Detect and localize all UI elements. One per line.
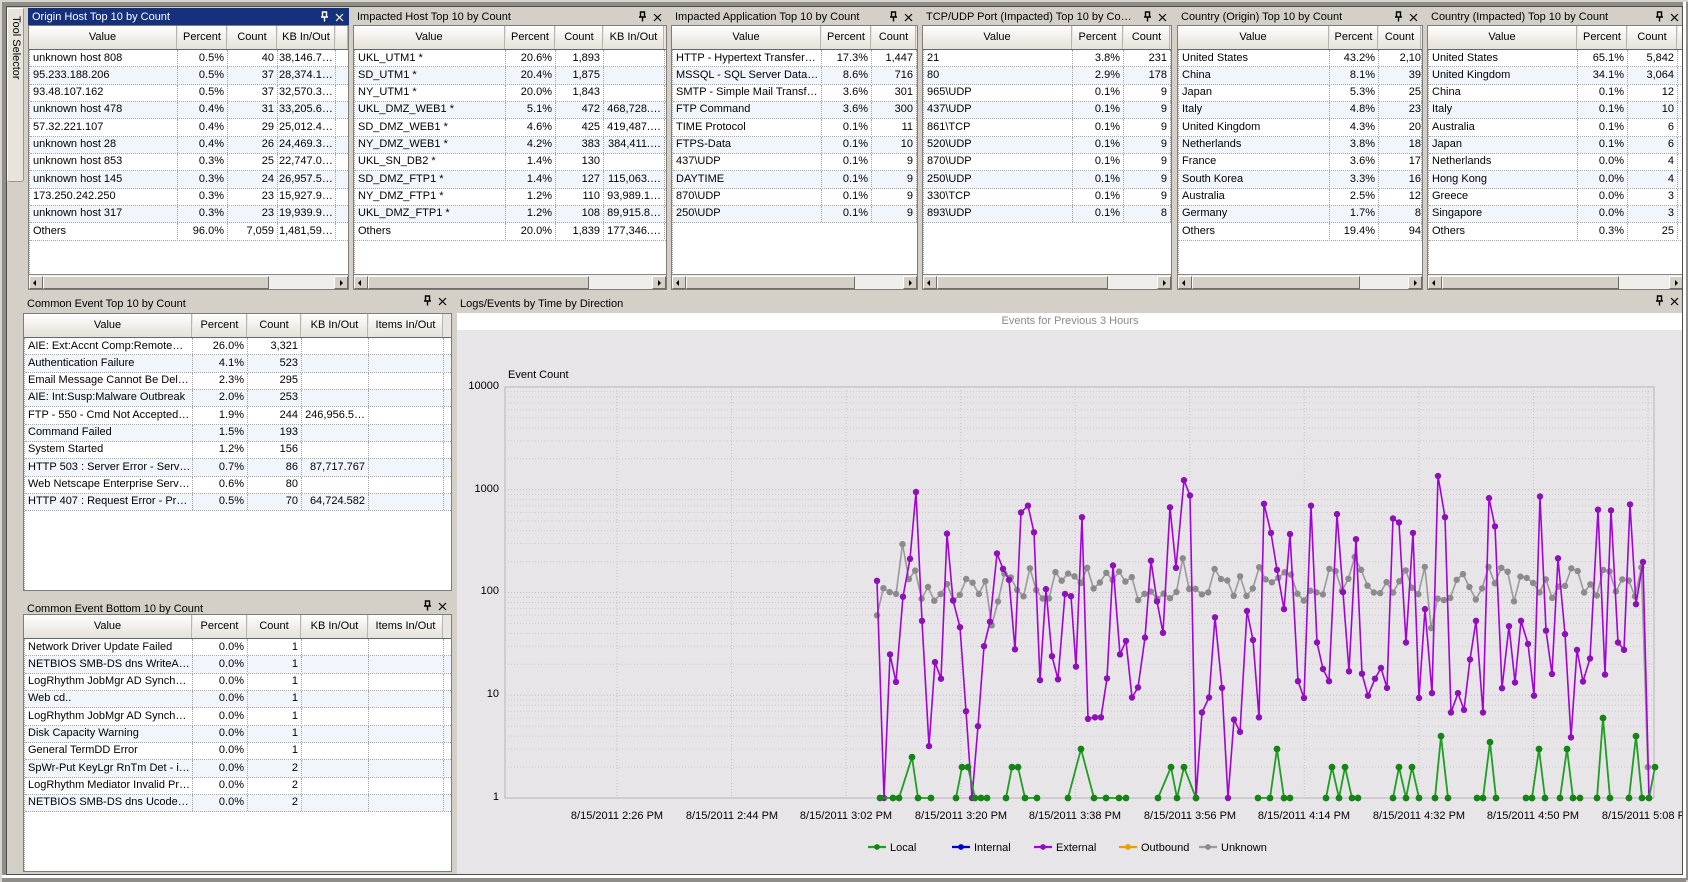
svg-text:Outbound: Outbound	[1141, 842, 1189, 854]
svg-text:8/15/2011 5:08 PM: 8/15/2011 5:08 PM	[1602, 810, 1683, 822]
svg-text:8/15/2011 3:56 PM: 8/15/2011 3:56 PM	[1144, 810, 1236, 822]
svg-text:1: 1	[493, 791, 499, 803]
svg-text:Local: Local	[890, 842, 916, 854]
svg-text:8/15/2011 3:38 PM: 8/15/2011 3:38 PM	[1029, 810, 1121, 822]
svg-text:External: External	[1056, 842, 1096, 854]
svg-text:Unknown: Unknown	[1221, 842, 1267, 854]
svg-text:1000: 1000	[475, 483, 499, 495]
svg-text:8/15/2011 2:26 PM: 8/15/2011 2:26 PM	[571, 810, 663, 822]
svg-text:10000: 10000	[468, 380, 499, 392]
svg-text:Event Count: Event Count	[508, 369, 569, 381]
svg-text:8/15/2011 2:44 PM: 8/15/2011 2:44 PM	[686, 810, 778, 822]
svg-text:8/15/2011 4:14 PM: 8/15/2011 4:14 PM	[1258, 810, 1350, 822]
svg-text:8/15/2011 3:02 PM: 8/15/2011 3:02 PM	[800, 810, 892, 822]
svg-text:100: 100	[481, 585, 499, 597]
svg-text:Internal: Internal	[974, 842, 1011, 854]
svg-text:8/15/2011 4:32 PM: 8/15/2011 4:32 PM	[1373, 810, 1465, 822]
svg-text:10: 10	[487, 688, 499, 700]
svg-text:8/15/2011 3:20 PM: 8/15/2011 3:20 PM	[915, 810, 1007, 822]
svg-text:8/15/2011 4:50 PM: 8/15/2011 4:50 PM	[1487, 810, 1579, 822]
